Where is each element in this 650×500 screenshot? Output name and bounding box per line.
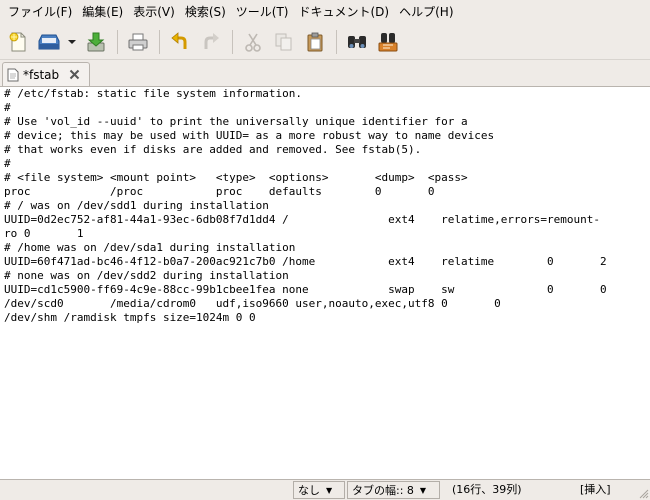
toolbar-separator [336,29,337,54]
find-button[interactable] [343,28,371,56]
chevron-down-icon [68,39,76,44]
undo-button[interactable] [166,28,194,56]
cut-button[interactable] [239,28,267,56]
open-button[interactable] [35,28,63,56]
code-line[interactable]: # none was on /dev/sdd2 during installat… [4,269,650,283]
replace-button[interactable] [374,28,402,56]
code-line[interactable]: # [4,101,650,115]
menu-help[interactable]: ヘルプ(H) [394,1,458,23]
new-document-button[interactable] [4,28,32,56]
status-bar: なし ▼ タブの幅:: 8 ▼ (16行、39列) [挿入] [0,480,650,500]
menu-bar: ファイル(F) 編集(E) 表示(V) 検索(S) ツール(T) ドキュメント(… [0,0,650,24]
print-icon [128,33,148,50]
toolbar [0,24,650,60]
highlight-mode-label: なし [298,484,320,497]
code-line[interactable]: # / was on /dev/sdd1 during installation [4,199,650,213]
save-icon [38,34,60,49]
code-line[interactable]: /dev/scd0 /media/cdrom0 udf,iso9660 user… [4,297,650,311]
code-line[interactable]: # /home was on /dev/sda1 during installa… [4,241,650,255]
toolbar-separator [232,29,233,54]
cut-icon [245,33,261,52]
code-line[interactable]: UUID=0d2ec752-af81-44a1-93ec-6db08f7d1dd… [4,213,650,227]
menu-documents[interactable]: ドキュメント(D) [294,1,395,23]
redo-button[interactable] [197,28,225,56]
code-line[interactable]: # that works even if disks are added and… [4,143,650,157]
tab-label: *fstab [23,67,60,82]
close-icon [69,69,79,80]
tab-width-label: タブの幅:: 8 [352,484,414,497]
code-line[interactable]: # <file system> <mount point> <type> <op… [4,171,650,185]
replace-icon [378,32,398,51]
download-save-icon [87,32,105,51]
menu-tools[interactable]: ツール(T) [231,1,294,23]
chevron-down-icon: ▼ [419,485,427,495]
code-line[interactable]: # [4,157,650,171]
code-line[interactable]: # Use 'vol_id --uuid' to print the unive… [4,115,650,129]
copy-button[interactable] [270,28,298,56]
tab-close-button[interactable] [67,68,81,82]
undo-icon [171,31,187,49]
resize-grip-icon[interactable] [637,487,649,499]
code-content[interactable]: # /etc/fstab: static file system informa… [0,87,650,325]
code-line[interactable]: UUID=60f471ad-bc46-4f12-b0a7-200ac921c7b… [4,255,650,269]
code-line[interactable]: /dev/shm /ramdisk tmpfs size=1024m 0 0 [4,311,650,325]
redo-icon [204,32,219,49]
save-button[interactable] [82,28,110,56]
toolbar-separator [117,29,118,54]
chevron-down-icon: ▼ [326,485,333,495]
code-line[interactable]: # device; this may be used with UUID= as… [4,129,650,143]
menu-file[interactable]: ファイル(F) [3,1,77,23]
toolbar-separator [159,29,160,54]
cursor-position: (16行、39列) [452,483,522,496]
copy-icon [275,33,292,50]
text-editor-area[interactable]: # /etc/fstab: static file system informa… [0,86,650,480]
insert-mode-indicator: [挿入] [580,483,611,496]
paste-button[interactable] [301,28,329,56]
menu-view[interactable]: 表示(V) [128,1,180,23]
document-icon [7,68,19,81]
print-button[interactable] [124,28,152,56]
menu-search[interactable]: 検索(S) [180,1,231,23]
code-line[interactable]: UUID=cd1c5900-ff69-4c9e-88cc-99b1cbee1fe… [4,283,650,297]
code-line[interactable]: # /etc/fstab: static file system informa… [4,87,650,101]
save-dropdown-button[interactable] [66,28,78,56]
menu-edit[interactable]: 編集(E) [77,1,128,23]
document-tab-bar: *fstab [0,60,650,86]
highlight-mode-dropdown[interactable]: なし ▼ [293,481,345,499]
tab-width-dropdown[interactable]: タブの幅:: 8 ▼ [347,481,440,499]
code-line[interactable]: proc /proc proc defaults 0 0 [4,185,650,199]
tab-fstab[interactable]: *fstab [2,62,90,86]
new-document-icon [9,32,26,51]
paste-icon [307,32,323,51]
code-line[interactable]: ro 0 1 [4,227,650,241]
find-icon [348,35,366,48]
